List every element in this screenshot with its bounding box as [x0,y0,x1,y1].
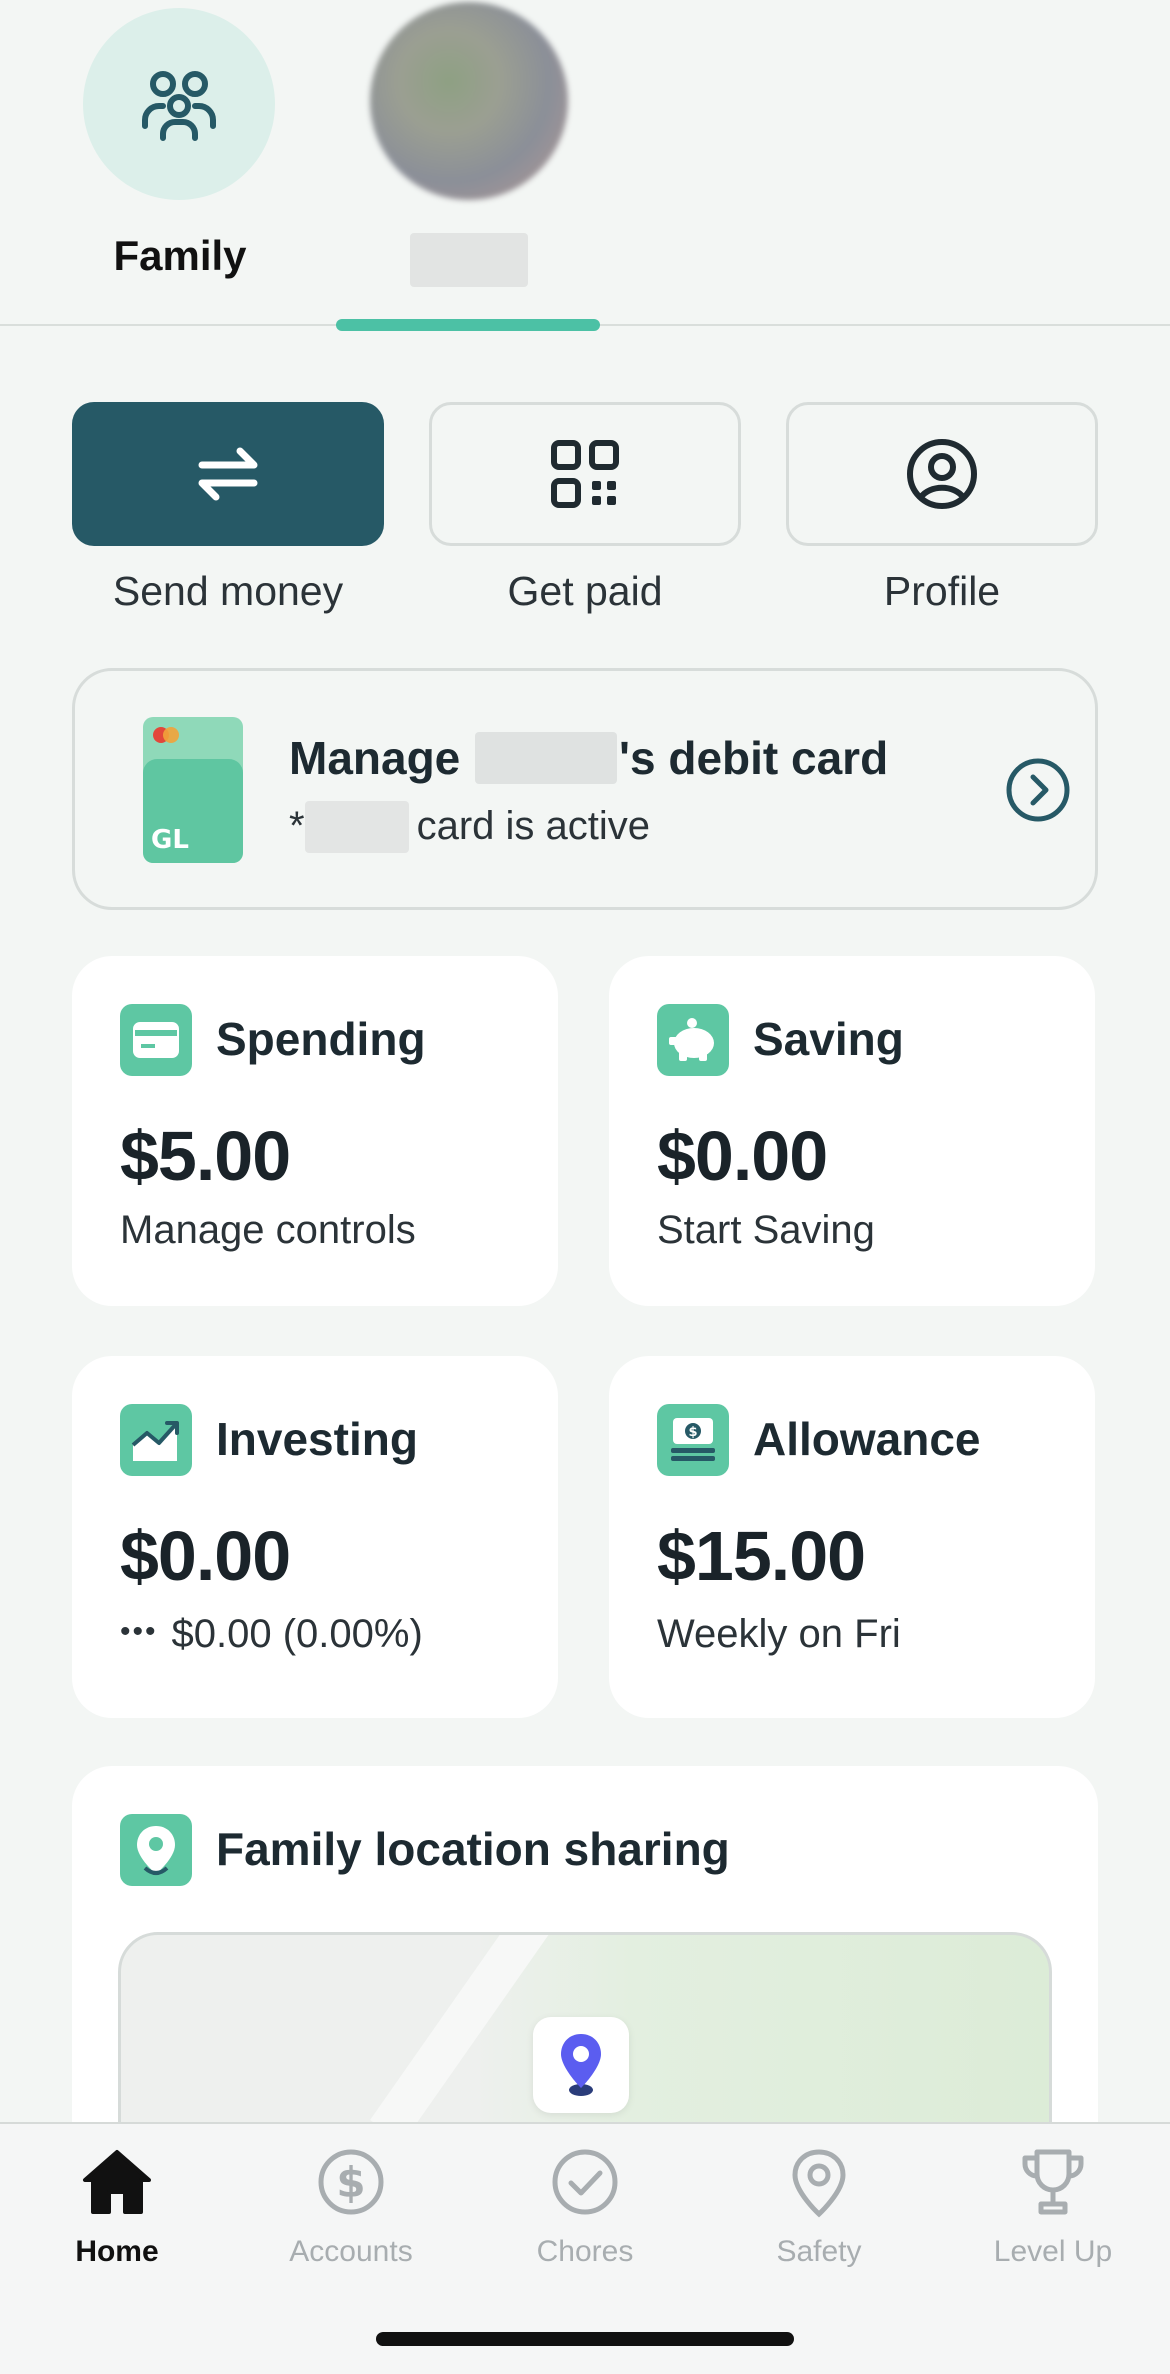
tab-accounts-label: Accounts [289,2235,413,2268]
trophy-icon [1022,2149,1084,2215]
investing-change: ••• $0.00 (0.00%) [120,1612,423,1656]
allowance-amount: $15.00 [657,1517,866,1595]
dollar-circle-icon: $ [318,2149,384,2215]
selected-profile-indicator [336,319,600,331]
more-dots-icon: ••• [120,1615,158,1648]
tab-home-label: Home [75,2235,159,2268]
redacted-card-number [304,801,409,853]
check-circle-icon [552,2149,618,2215]
chevron-right-circle-icon[interactable] [1005,757,1071,823]
card-icon [120,1004,192,1076]
location-pin-icon [792,2149,846,2218]
avatar[interactable] [370,2,568,200]
map-pin[interactable] [533,2017,629,2113]
svg-text:$: $ [688,1425,697,1440]
start-saving-link[interactable]: Start Saving [657,1208,875,1253]
investing-tile[interactable]: Investing $0.00 ••• $0.00 (0.00%) [72,1356,558,1718]
spending-tile[interactable]: Spending $5.00 Manage controls [72,956,558,1306]
get-paid-label[interactable]: Get paid [429,568,741,615]
transfer-arrows-icon [198,447,258,501]
investing-amount: $0.00 [120,1517,291,1595]
investing-title: Investing [216,1413,418,1465]
location-title: Family location sharing [216,1823,730,1875]
piggy-bank-icon [657,1004,729,1076]
get-paid-button[interactable] [429,402,741,546]
tab-safety-label: Safety [776,2235,862,2268]
profile-label-family[interactable]: Family [60,232,300,280]
family-avatar[interactable] [83,8,275,200]
cash-stack-icon: $ [657,1404,729,1476]
map-marker-icon [561,2034,601,2096]
saving-amount: $0.00 [657,1117,828,1195]
tab-level-up[interactable]: Level Up [936,2146,1170,2269]
family-icon [142,71,216,141]
allowance-schedule: Weekly on Fri [657,1612,901,1656]
spending-amount: $5.00 [120,1117,291,1195]
saving-title: Saving [753,1013,904,1065]
allowance-tile[interactable]: $ Allowance $15.00 Weekly on Fri [609,1356,1095,1718]
saving-tile[interactable]: Saving $0.00 Start Saving [609,956,1095,1306]
location-pin-icon [120,1814,192,1886]
profile-switcher: Family [0,0,1170,331]
redacted-name [475,732,618,784]
profile-label[interactable]: Profile [786,568,1098,615]
qr-code-icon [551,440,619,508]
card-badge: GL [151,825,189,855]
chart-trend-icon [120,1404,192,1476]
tab-safety[interactable]: Safety [702,2146,936,2269]
tab-accounts[interactable]: $ Accounts [234,2146,468,2269]
home-icon [83,2150,151,2214]
manage-controls-link[interactable]: Manage controls [120,1208,416,1253]
debit-card-status: * card is active [289,801,650,853]
tab-home[interactable]: Home [0,2146,234,2269]
tab-level-up-label: Level Up [993,2235,1113,2268]
debit-card-thumbnail: GL [143,717,243,863]
spending-title: Spending [216,1013,426,1065]
tab-chores[interactable]: Chores [468,2146,702,2269]
svg-text:$: $ [336,2158,365,2207]
user-circle-icon [907,439,977,509]
allowance-title: Allowance [753,1413,981,1465]
profile-label-child[interactable] [410,233,528,287]
manage-debit-card-row[interactable]: GL Manage 's debit card * card is active [72,668,1098,910]
send-money-button[interactable] [72,402,384,546]
profile-button[interactable] [786,402,1098,546]
debit-card-title: Manage 's debit card [289,732,889,784]
home-indicator[interactable] [376,2332,794,2346]
send-money-label[interactable]: Send money [72,568,384,615]
tab-chores-label: Chores [536,2235,634,2268]
